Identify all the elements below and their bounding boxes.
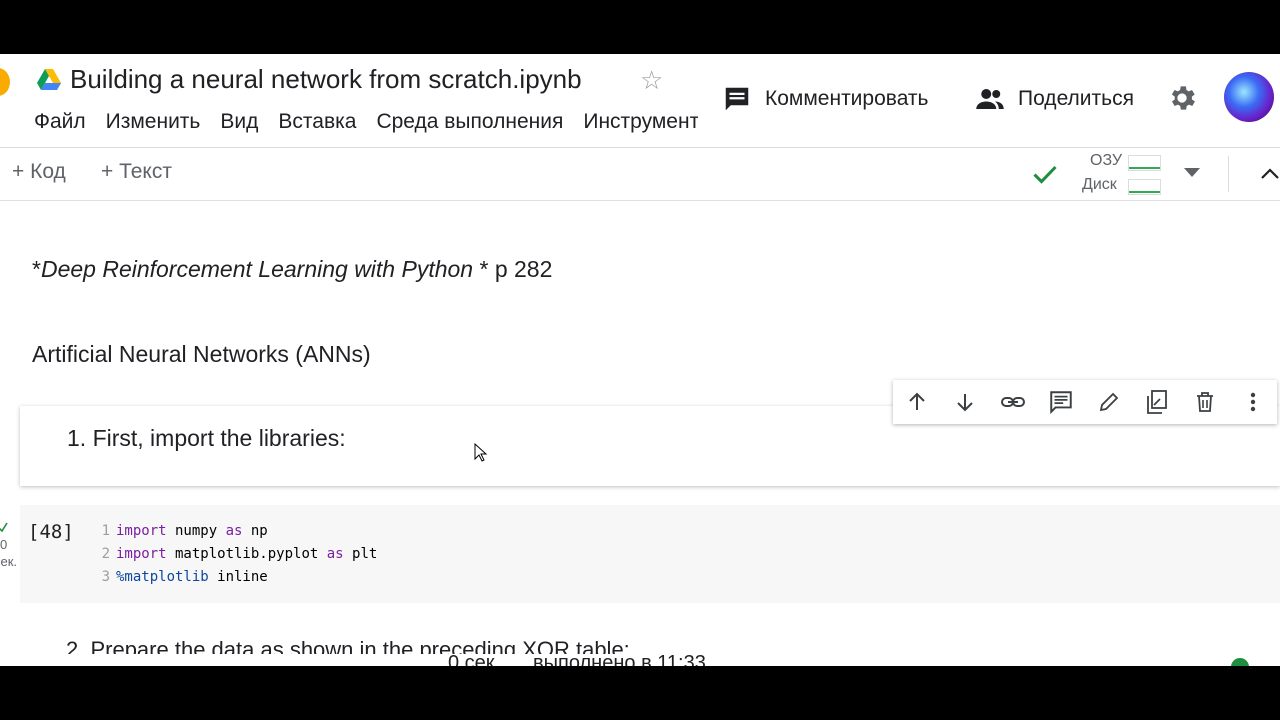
delete-cell-button[interactable] [1181, 380, 1229, 424]
book-title: Deep Reinforcement Learning with Python [40, 256, 480, 282]
notebook-toolbar: + Код + Текст ОЗУ Диск [0, 148, 1280, 201]
add-text-label: Текст [119, 160, 172, 183]
comment-icon [1050, 391, 1072, 415]
link-icon [1001, 397, 1025, 407]
google-drive-icon[interactable] [37, 69, 61, 91]
add-text-button[interactable]: + Текст [101, 160, 172, 184]
more-options-button[interactable] [1229, 380, 1277, 424]
step1-text: 1. First, import the libraries: [67, 425, 346, 451]
mirror-cell-icon [1147, 390, 1167, 414]
code-line: 1 import numpy as np [101, 523, 268, 539]
run-check-icon [0, 522, 8, 533]
gear-icon[interactable] [1166, 82, 1198, 114]
connected-check-icon [1033, 165, 1057, 184]
header: Building a neural network from scratch.i… [0, 54, 1280, 148]
people-icon [976, 89, 1004, 109]
disk-label: Диск [1082, 176, 1117, 193]
menu-file[interactable]: Файл [34, 110, 86, 134]
menu-runtime[interactable]: Среда выполнения [376, 110, 563, 134]
status-completed: выполнено в 11:33 [533, 654, 706, 666]
more-vert-icon [1250, 392, 1256, 412]
mirror-cell-button[interactable] [1133, 380, 1181, 424]
chevron-up-icon[interactable] [1258, 162, 1280, 186]
add-comment-button[interactable] [1037, 380, 1085, 424]
code-line: 3 %matplotlib inline [101, 569, 268, 585]
ram-meter[interactable] [1128, 155, 1161, 171]
cell-toolbar [893, 380, 1277, 424]
colab-logo[interactable] [0, 68, 10, 96]
code-line: 2 import matplotlib.pyplot as plt [101, 546, 378, 562]
menu-tools[interactable]: Инструменты [583, 110, 698, 134]
mouse-cursor-icon [474, 443, 488, 462]
ram-label: ОЗУ [1090, 152, 1123, 169]
comment-button[interactable]: Комментировать [722, 84, 928, 114]
edit-button[interactable] [1085, 380, 1133, 424]
menu-insert[interactable]: Вставка [278, 110, 356, 134]
plus-icon: + [12, 160, 31, 183]
menu-edit[interactable]: Изменить [106, 110, 201, 134]
comment-label: Комментировать [765, 87, 929, 110]
section-heading: Artificial Neural Networks (ANNs) [32, 341, 371, 367]
resources-dropdown-icon[interactable] [1184, 168, 1200, 177]
user-avatar[interactable] [1224, 72, 1274, 122]
disk-meter[interactable] [1128, 179, 1161, 195]
add-code-button[interactable]: + Код [12, 160, 66, 184]
comment-icon [725, 87, 749, 111]
star-icon[interactable]: ☆ [640, 65, 663, 96]
run-unit: сек. [0, 554, 18, 569]
toolbar-divider [1228, 156, 1229, 192]
menu-view[interactable]: Вид [220, 110, 258, 134]
share-button[interactable]: Поделиться [975, 84, 1134, 114]
status-elapsed: 0 сек. [448, 654, 501, 666]
menu-bar: Файл Изменить Вид Вставка Среда выполнен… [34, 110, 698, 134]
execution-count: [48] [28, 521, 74, 543]
copy-link-button[interactable] [989, 380, 1037, 424]
plus-icon: + [101, 160, 120, 183]
code-editor[interactable]: 1 import numpy as np 2 import matplotlib.p… [96, 520, 378, 589]
run-time: 0 [0, 537, 8, 552]
cell-run-status: 0 сек. [0, 519, 17, 570]
add-code-label: Код [30, 160, 66, 183]
status-bar: 0 сек. выполнено в 11:33 [0, 654, 1280, 666]
share-label: Поделиться [1018, 87, 1134, 110]
trash-icon [1197, 392, 1213, 412]
move-down-button[interactable] [941, 380, 989, 424]
colab-window: Building a neural network from scratch.i… [0, 54, 1280, 666]
arrow-up-icon [909, 392, 925, 410]
book-reference: *Deep Reinforcement Learning with Python… [32, 256, 553, 282]
pencil-icon [1099, 392, 1119, 412]
arrow-down-icon [957, 394, 973, 412]
move-up-button[interactable] [893, 380, 941, 424]
notebook-title[interactable]: Building a neural network from scratch.i… [70, 64, 582, 95]
